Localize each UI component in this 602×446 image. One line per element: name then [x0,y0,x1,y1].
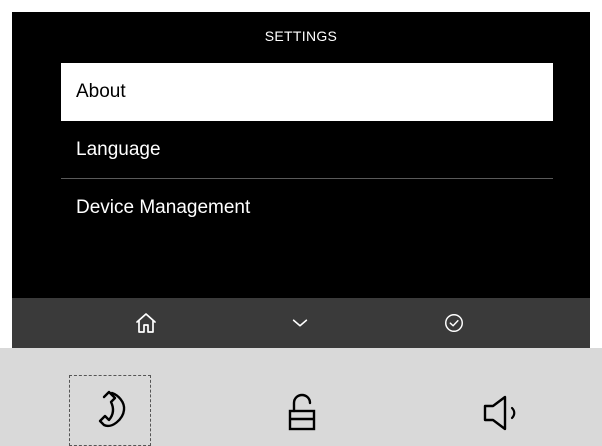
unlock-button[interactable] [282,388,322,438]
menu-item-language[interactable]: Language [61,121,553,179]
settings-screen: SETTINGS About Language Device Managemen… [12,12,590,348]
unlock-icon [288,393,316,431]
bottom-nav-bar [12,298,590,348]
chevron-down-icon [292,319,308,327]
phone-icon [98,390,126,427]
intercom-ui: SETTINGS About Language Device Managemen… [0,0,602,446]
down-button[interactable] [270,298,330,348]
screen-title: SETTINGS [264,28,338,44]
call-button[interactable] [69,375,151,446]
confirm-button[interactable] [424,298,484,348]
check-circle-icon [445,314,463,332]
home-button[interactable] [116,298,176,348]
menu-item-about[interactable]: About [61,63,553,121]
home-icon [136,313,156,333]
speaker-icon [483,395,516,431]
menu-item-device-management[interactable]: Device Management [61,179,553,237]
settings-menu: About Language Device Management [61,63,553,237]
speaker-button[interactable] [476,388,526,438]
hardware-button-panel [0,348,602,446]
